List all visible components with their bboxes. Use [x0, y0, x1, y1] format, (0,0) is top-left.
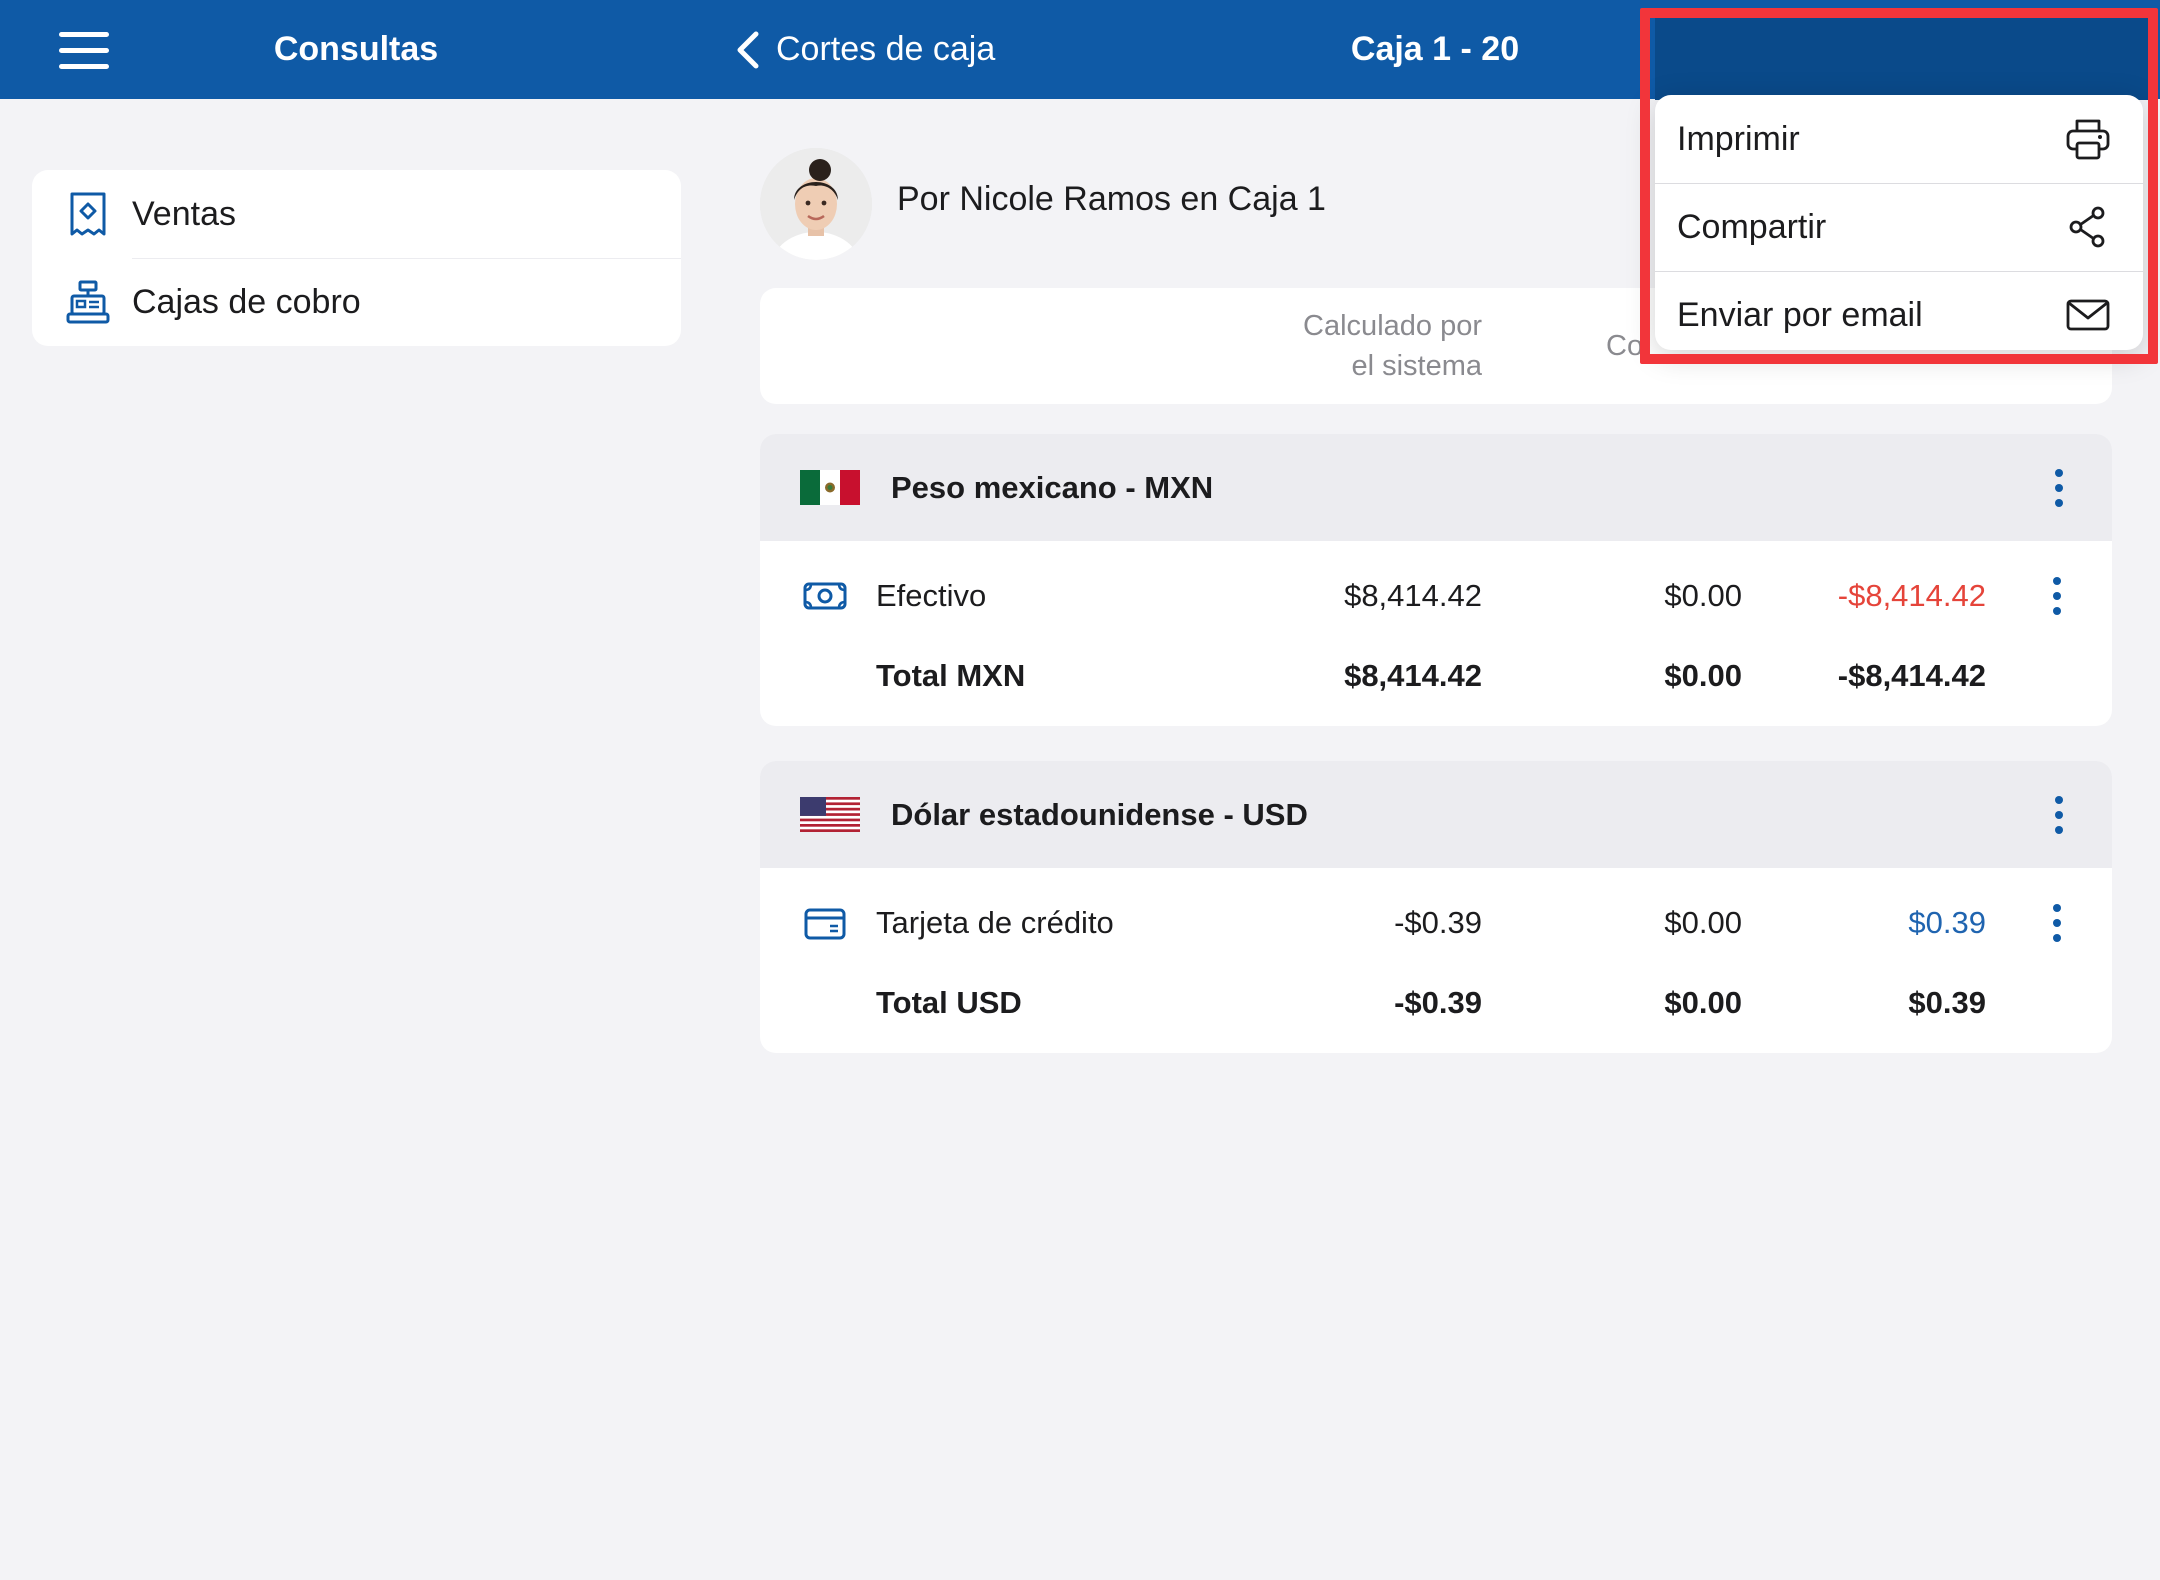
total-label: Total USD [876, 985, 1022, 1020]
more-options-icon[interactable] [2052, 576, 2062, 616]
total-row: Total USD -$0.39 $0.00 $0.39 [760, 963, 2112, 1043]
difference-amount: -$8,414.42 [1837, 578, 1986, 613]
page-title: Caja 1 - 20 [1350, 30, 1520, 68]
receipt-icon [70, 192, 106, 236]
mexico-flag-icon [800, 470, 860, 505]
sidebar-title: Consultas [273, 30, 439, 68]
sidebar-item-label: Ventas [132, 194, 236, 233]
currency-section-mxn: Peso mexicano - MXN Efectivo $8,414.42 $… [760, 434, 2112, 726]
total-difference-amount: -$8,414.42 [1837, 658, 1986, 693]
section-title: Dólar estadounidense - USD [891, 797, 1308, 832]
currency-section-usd: Dólar estadounidense - USD Tarjeta de cr… [760, 761, 2112, 1053]
usa-flag-icon [800, 797, 860, 832]
column-header-line: el sistema [1351, 350, 1482, 382]
avatar [760, 148, 872, 260]
cash-register-icon [66, 280, 110, 324]
more-options-icon[interactable] [2054, 795, 2064, 835]
system-amount: $8,414.42 [1344, 578, 1482, 613]
total-label: Total MXN [876, 658, 1026, 693]
person-avatar-icon [760, 148, 872, 260]
table-row[interactable]: Efectivo $8,414.42 $0.00 -$8,414.42 [760, 556, 2112, 636]
back-button-label: Cortes de caja [776, 30, 996, 68]
column-header-line: Calculado por [1303, 310, 1482, 342]
total-row: Total MXN $8,414.42 $0.00 -$8,414.42 [760, 636, 2112, 716]
total-counted-amount: $0.00 [1664, 658, 1742, 693]
payment-method-label: Efectivo [876, 578, 987, 613]
section-header: Peso mexicano - MXN [760, 434, 2112, 541]
back-button[interactable]: Cortes de caja [734, 0, 995, 99]
sidebar-item-ventas[interactable]: Ventas [32, 170, 681, 258]
system-amount: -$0.39 [1394, 905, 1482, 940]
counted-amount: $0.00 [1664, 578, 1742, 613]
sidebar-menu: Ventas Cajas de cobro [32, 170, 681, 346]
more-options-icon[interactable] [2054, 468, 2064, 508]
total-system-amount: -$0.39 [1394, 985, 1482, 1020]
sidebar-item-cajas-de-cobro[interactable]: Cajas de cobro [32, 258, 681, 346]
difference-amount: $0.39 [1908, 905, 1986, 940]
section-header: Dólar estadounidense - USD [760, 761, 2112, 868]
cash-icon [803, 582, 847, 610]
more-options-icon[interactable] [2052, 903, 2062, 943]
total-counted-amount: $0.00 [1664, 985, 1742, 1020]
credit-card-icon [804, 908, 846, 940]
report-author: Por Nicole Ramos en Caja 1 [897, 180, 1326, 218]
highlight-annotation [1640, 8, 2158, 364]
payment-method-label: Tarjeta de crédito [876, 905, 1114, 940]
total-system-amount: $8,414.42 [1344, 658, 1482, 693]
chevron-left-icon [737, 31, 759, 68]
sidebar-item-label: Cajas de cobro [132, 282, 361, 321]
column-header-counted: Co [1606, 330, 1644, 362]
counted-amount: $0.00 [1664, 905, 1742, 940]
table-row[interactable]: Tarjeta de crédito -$0.39 $0.00 $0.39 [760, 883, 2112, 963]
total-difference-amount: $0.39 [1908, 985, 1986, 1020]
section-title: Peso mexicano - MXN [891, 470, 1214, 505]
column-header-system: Calculado por el sistema [1303, 306, 1482, 386]
